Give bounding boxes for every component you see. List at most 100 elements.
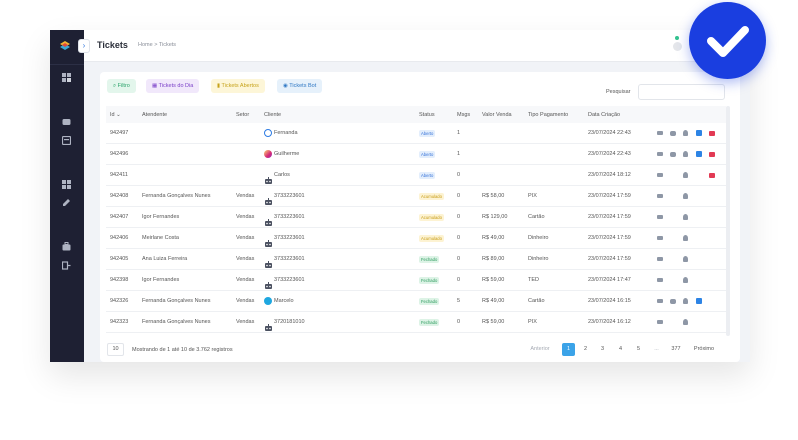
user-icon[interactable]: [683, 298, 688, 304]
table-row[interactable]: 942398 Igor Fernandes Vendas 3733223601 Fech…: [106, 270, 726, 291]
mail-icon[interactable]: [657, 320, 663, 324]
column-header-data[interactable]: Data Criação: [588, 112, 620, 118]
pagination-page[interactable]: 5: [632, 343, 645, 356]
mail-icon[interactable]: [657, 215, 663, 219]
table-row[interactable]: 942405 Ana Luiza Ferreira Vendas 3733223601…: [106, 249, 726, 270]
filter-button[interactable]: ⌕ Filtro: [107, 79, 136, 93]
transfer-icon[interactable]: [696, 130, 702, 136]
chat-icon[interactable]: [670, 152, 676, 157]
pagination-prev[interactable]: Anterior: [524, 343, 556, 356]
sidebar-divider: [50, 64, 84, 65]
column-header-cliente[interactable]: Cliente: [264, 112, 281, 118]
transfer-icon[interactable]: [696, 298, 702, 304]
chat-icon[interactable]: [670, 299, 676, 304]
pagination-page[interactable]: 2: [579, 343, 592, 356]
ticket-payment: Dinheiro: [528, 235, 549, 241]
user-icon[interactable]: [683, 214, 688, 220]
close-ticket-icon[interactable]: [709, 152, 715, 157]
ticket-id: 942496: [110, 151, 129, 157]
tickets-today-button[interactable]: ▦ Tickets do Dia: [146, 79, 200, 93]
dashboard-icon[interactable]: [62, 73, 71, 82]
mail-icon[interactable]: [657, 257, 663, 261]
ticket-agent: Igor Fernandes: [142, 277, 180, 283]
apps-icon[interactable]: [62, 180, 71, 189]
chat-icon[interactable]: [670, 131, 676, 136]
pagination-page[interactable]: 3: [596, 343, 609, 356]
pagination-page[interactable]: 1: [562, 343, 575, 356]
page-size-select[interactable]: 10: [107, 343, 124, 356]
chat-icon[interactable]: [62, 118, 71, 127]
column-header-status[interactable]: Status: [419, 112, 435, 118]
search-input[interactable]: [638, 84, 725, 100]
ticket-client: 3733223601: [274, 193, 305, 199]
mail-icon[interactable]: [657, 173, 663, 177]
table-row[interactable]: 942407 Igor Fernandes Vendas 3733223601 Acum…: [106, 207, 726, 228]
user-icon[interactable]: [683, 172, 688, 178]
column-header-id[interactable]: Id ⌄: [110, 112, 121, 118]
edit-icon[interactable]: [62, 198, 71, 207]
page-title: Tickets: [97, 40, 128, 50]
avatar[interactable]: [673, 42, 682, 51]
bot-tickets-button[interactable]: ◉ Tickets Bot: [277, 79, 323, 93]
table-row[interactable]: 942326 Fernanda Gonçalves Nunes Vendas Marc…: [106, 291, 726, 312]
ticket-sector: Vendas: [236, 235, 255, 241]
close-ticket-icon[interactable]: [709, 131, 715, 136]
briefcase-icon[interactable]: [62, 242, 71, 251]
mail-icon[interactable]: [657, 299, 663, 303]
table-row[interactable]: 942411 Carlos Aberto 0 23/07/2024 18:12: [106, 165, 726, 186]
app-logo-icon[interactable]: [58, 40, 72, 52]
mail-icon[interactable]: [657, 236, 663, 240]
ticket-client: Fernanda: [274, 130, 298, 136]
user-icon[interactable]: [683, 130, 688, 136]
ticket-client: Guilherme: [274, 151, 300, 157]
open-tickets-button[interactable]: ▮ Tickets Abertos: [211, 79, 265, 93]
user-icon[interactable]: [683, 319, 688, 325]
user-icon[interactable]: [683, 256, 688, 262]
sidebar-collapse-button[interactable]: ›: [78, 39, 90, 53]
user-icon[interactable]: [683, 277, 688, 283]
ticket-agent: Igor Fernandes: [142, 214, 180, 220]
column-header-valor[interactable]: Valor Venda: [482, 112, 512, 118]
mail-icon[interactable]: [657, 194, 663, 198]
user-icon[interactable]: [683, 193, 688, 199]
table-scrollbar[interactable]: [726, 106, 730, 336]
sidebar: [50, 30, 84, 362]
column-header-msgs[interactable]: Msgs: [457, 112, 470, 118]
table-row[interactable]: 942406 Meirlane Costa Vendas 3733223601 Acum…: [106, 228, 726, 249]
table-row[interactable]: 942408 Fernanda Gonçalves Nunes Vendas 3733…: [106, 186, 726, 207]
user-icon[interactable]: [683, 151, 688, 157]
pagination-ellipsis: ...: [654, 346, 659, 352]
ticket-client: 3733223601: [274, 235, 305, 241]
mail-icon[interactable]: [657, 152, 663, 156]
breadcrumb[interactable]: Home > Tickets: [138, 42, 176, 48]
ticket-id: 942497: [110, 130, 129, 136]
table-row[interactable]: 942497 Fernanda Aberto 1 23/07/2024 22:43: [106, 123, 726, 144]
ticket-value: R$ 89,00: [482, 256, 505, 262]
ticket-value: R$ 129,00: [482, 214, 508, 220]
pagination-page[interactable]: 377: [668, 343, 684, 356]
logout-icon[interactable]: [62, 261, 71, 270]
close-ticket-icon[interactable]: [709, 173, 715, 178]
pagination-next[interactable]: Próximo: [688, 343, 720, 356]
ticket-msgs: 1: [457, 151, 461, 157]
column-header-setor[interactable]: Setor: [236, 112, 249, 118]
transfer-icon[interactable]: [696, 151, 702, 157]
column-header-pagamento[interactable]: Tipo Pagamento: [528, 112, 568, 118]
ticket-date: 23/07/2024 22:43: [588, 151, 631, 157]
ticket-msgs: 1: [457, 130, 461, 136]
ticket-id: 942411: [110, 172, 128, 178]
table-row[interactable]: 942496 Guilherme Aberto 1 23/07/2024 22:43: [106, 144, 726, 165]
ticket-value: R$ 49,00: [482, 298, 505, 304]
status-badge: Acumulado: [419, 193, 444, 200]
ticket-value: R$ 59,00: [482, 319, 505, 325]
pagination-page[interactable]: 4: [614, 343, 627, 356]
mail-icon[interactable]: [657, 278, 663, 282]
status-badge: Aberto: [419, 151, 436, 158]
mail-icon[interactable]: [657, 131, 663, 135]
inbox-icon[interactable]: [62, 136, 71, 145]
table-row[interactable]: 942323 Fernanda Gonçalves Nunes Vendas 3720…: [106, 312, 726, 333]
column-header-atendente[interactable]: Atendente: [142, 112, 167, 118]
user-icon[interactable]: [683, 235, 688, 241]
ticket-date: 23/07/2024 17:47: [588, 277, 631, 283]
ticket-date: 23/07/2024 22:43: [588, 130, 631, 136]
